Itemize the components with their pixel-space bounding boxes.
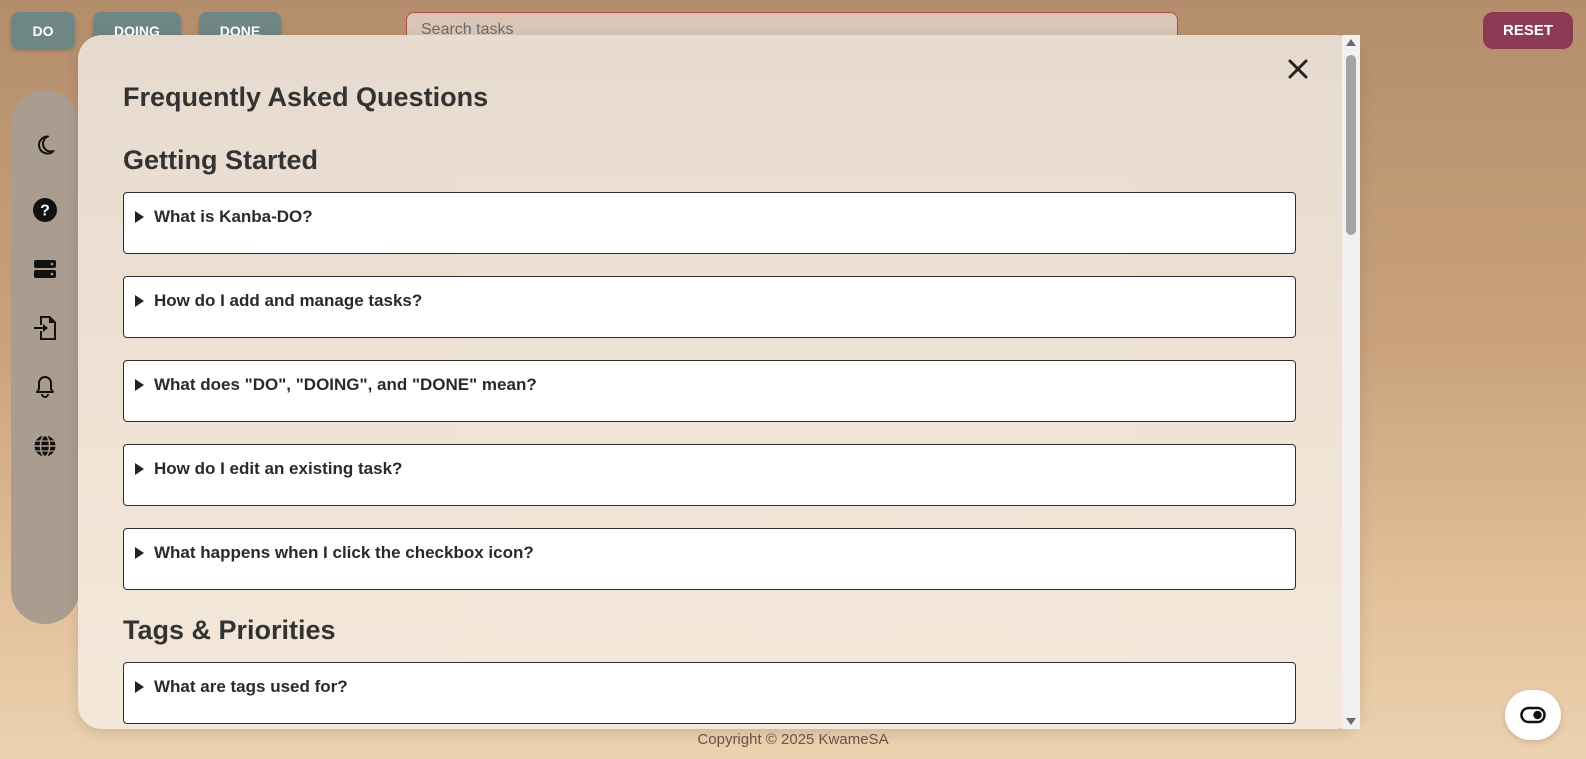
toggle-icon xyxy=(1520,706,1546,724)
server-icon[interactable] xyxy=(32,256,58,282)
expand-triangle-icon xyxy=(135,379,144,391)
toggle-button[interactable] xyxy=(1505,690,1561,740)
faq-question: What are tags used for? xyxy=(154,677,348,696)
expand-triangle-icon xyxy=(135,547,144,559)
modal-scrollbar[interactable] xyxy=(1342,35,1360,729)
faq-item[interactable]: What are tags used for? xyxy=(123,662,1296,724)
section-heading-tags-priorities: Tags & Priorities xyxy=(123,615,336,645)
scroll-thumb[interactable] xyxy=(1346,55,1356,235)
faq-question: What happens when I click the checkbox i… xyxy=(154,543,534,562)
copyright-text: Copyright © 2025 KwameSA xyxy=(697,731,889,748)
faq-question: How do I add and manage tasks? xyxy=(154,291,423,310)
faq-question: How do I edit an existing task? xyxy=(154,459,403,478)
faq-modal: Frequently Asked Questions Getting Start… xyxy=(78,35,1360,729)
faq-question: What is Kanba-DO? xyxy=(154,207,313,226)
globe-icon[interactable] xyxy=(32,433,58,459)
do-tab-button[interactable]: DO xyxy=(11,12,75,49)
moon-icon[interactable] xyxy=(32,132,58,158)
bell-icon[interactable] xyxy=(32,374,58,400)
expand-triangle-icon xyxy=(135,681,144,693)
section-heading-getting-started: Getting Started xyxy=(123,145,319,175)
scroll-up-icon[interactable] xyxy=(1346,39,1356,46)
modal-title: Frequently Asked Questions xyxy=(123,82,489,112)
reset-button[interactable]: RESET xyxy=(1483,12,1573,49)
sidebar: ? xyxy=(11,90,79,624)
expand-triangle-icon xyxy=(135,463,144,475)
faq-item[interactable]: What is Kanba-DO? xyxy=(123,192,1296,254)
faq-item[interactable]: How do I edit an existing task? xyxy=(123,444,1296,506)
file-import-icon[interactable] xyxy=(32,315,58,341)
scroll-down-icon[interactable] xyxy=(1346,718,1356,725)
faq-item[interactable]: What does "DO", "DOING", and "DONE" mean… xyxy=(123,360,1296,422)
faq-item[interactable]: What happens when I click the checkbox i… xyxy=(123,528,1296,590)
faq-item[interactable]: How do I add and manage tasks? xyxy=(123,276,1296,338)
help-icon[interactable]: ? xyxy=(32,197,58,223)
expand-triangle-icon xyxy=(135,211,144,223)
expand-triangle-icon xyxy=(135,295,144,307)
svg-text:?: ? xyxy=(40,203,50,220)
close-icon[interactable] xyxy=(1284,55,1312,83)
faq-question: What does "DO", "DOING", and "DONE" mean… xyxy=(154,375,537,394)
